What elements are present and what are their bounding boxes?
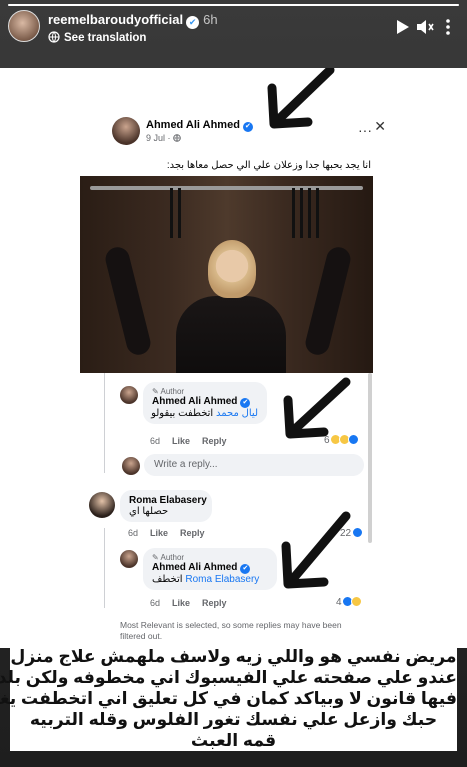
reply-button: Reply (202, 598, 227, 608)
caption-line: حبك وازعل علي نفسك تغور الفلوس وقله التر… (10, 709, 457, 730)
like-button: Like (172, 436, 191, 446)
reply-button: Reply (202, 436, 227, 446)
comment-avatar (120, 550, 138, 568)
story-username-row[interactable]: reemelbaroudyofficial ✔ 6h (48, 12, 218, 29)
comment-time: 6d (150, 598, 161, 608)
comment-text-row: Roma Elabasery اتخطف (152, 574, 268, 585)
relevant-note: Most Relevant is selected, so some repli… (120, 620, 342, 641)
comment-bubble: Roma Elabasery حصلها اي (120, 490, 212, 522)
see-translation-button[interactable]: See translation (48, 31, 146, 44)
avatar[interactable] (8, 10, 40, 42)
verified-badge-icon: ✔ (242, 122, 253, 132)
author-badge: ✎ Author (152, 553, 268, 562)
play-icon[interactable] (391, 16, 413, 38)
like-reaction-icon (351, 527, 363, 538)
hanger (300, 188, 303, 238)
post-text: انا يجد بحبها جدا وزعلان علي الي حصل معا… (166, 160, 371, 171)
more-options-icon: ··· (358, 122, 372, 138)
comment-bubble: ✎ Author Ahmed Ali Ahmed ✔ Roma Elabasery… (143, 548, 277, 590)
comment-avatar (120, 386, 138, 404)
globe-icon (48, 31, 60, 43)
globe-icon (173, 134, 181, 142)
figure-arm (103, 244, 153, 358)
arrow-icon (267, 68, 335, 129)
figure-arm (303, 244, 353, 358)
see-translation-label: See translation (64, 32, 147, 44)
close-icon: ✕ (374, 118, 386, 134)
post-author-avatar (112, 117, 140, 145)
hanger (316, 188, 319, 238)
hanger (178, 188, 181, 238)
verified-badge-icon: ✔ (186, 16, 200, 29)
story-header: reemelbaroudyofficial ✔ 6h See translation (8, 10, 459, 60)
caption-line: مريض نفسي هو واللي زيه ولاسف ملهمش علاج … (10, 646, 457, 667)
comment-text-row: ليال محمد اتخطفت بيقولو (151, 408, 258, 419)
story-username[interactable]: reemelbaroudyofficial (48, 12, 183, 27)
thread-line (104, 528, 105, 608)
story-progress-bar (8, 4, 459, 6)
comment-mention: Roma Elabasery (185, 574, 260, 585)
thread-line (104, 373, 105, 473)
facebook-screenshot: Ahmed Ali Ahmed ✔ 9 Jul · ··· ✕ انا يجد ب… (0, 68, 467, 648)
arrow-icon (281, 511, 351, 589)
comment-actions: 6d Like Reply (150, 598, 239, 608)
hanger (170, 188, 173, 238)
story-viewer: reemelbaroudyofficial ✔ 6h See translation… (0, 0, 467, 767)
post-photo (80, 176, 373, 373)
author-tag-label: Author (160, 553, 185, 562)
caption-line: فيها قانون لا وبياكد كمان في كل تعليق ان… (0, 688, 457, 709)
comment-actions: 6d Like Reply (150, 436, 239, 446)
caption-line: عندو علي صفحته علي الفيسبوك اني مخطوفه و… (0, 667, 457, 688)
haha-reaction-icon (351, 596, 363, 607)
like-button: Like (172, 598, 191, 608)
hanger (292, 188, 295, 238)
post-author-row: Ahmed Ali Ahmed ✔ (146, 119, 253, 132)
reply-box-avatar (122, 457, 140, 475)
comment-author-row: Ahmed Ali Ahmed ✔ (152, 396, 258, 408)
comment-author: Ahmed Ali Ahmed (152, 396, 238, 407)
story-progress-fill (8, 4, 459, 6)
author-badge: ✎ Author (152, 387, 258, 396)
figure-body (176, 296, 286, 373)
reaction-count-row: 4 (336, 596, 363, 608)
comment-text: حصلها اي (129, 506, 169, 517)
mute-icon[interactable] (413, 16, 435, 38)
arrow-icon (283, 377, 351, 439)
comment-author: Ahmed Ali Ahmed (152, 562, 238, 573)
verified-badge-icon: ✔ (240, 564, 251, 574)
story-time: 6h (203, 12, 218, 27)
more-options-icon[interactable] (437, 16, 459, 38)
hanger (308, 188, 311, 238)
comment-mention: ليال محمد (216, 408, 258, 419)
reply-input: Write a reply... (144, 454, 364, 476)
story-caption: مريض نفسي هو واللي زيه ولاسف ملهمش علاج … (0, 646, 467, 751)
post-date-row: 9 Jul · (146, 133, 181, 143)
author-tag-label: Author (160, 387, 185, 396)
comment-avatar (89, 492, 115, 518)
comment-text: اتخطفت بيقولو (151, 408, 214, 419)
caption-line: قمه العبث (10, 730, 457, 751)
comment-author: Roma Elabasery (129, 495, 207, 506)
closet-rail (90, 186, 363, 190)
like-button: Like (150, 528, 169, 538)
comment-text: اتخطف (152, 574, 183, 585)
reply-button: Reply (180, 528, 205, 538)
figure-head (208, 240, 256, 298)
verified-badge-icon: ✔ (240, 398, 251, 408)
comment-actions: 6d Like Reply (128, 528, 217, 538)
scrollbar (368, 373, 372, 543)
comment-bubble: ✎ Author Ahmed Ali Ahmed ✔ ليال محمد اتخط… (143, 382, 267, 424)
reaction-count: 4 (336, 597, 342, 608)
comment-time: 6d (150, 436, 161, 446)
post-date: 9 Jul (146, 133, 166, 143)
post-author-name: Ahmed Ali Ahmed (146, 119, 240, 131)
comment-time: 6d (128, 528, 139, 538)
comment-author-row: Ahmed Ali Ahmed ✔ (152, 562, 268, 574)
